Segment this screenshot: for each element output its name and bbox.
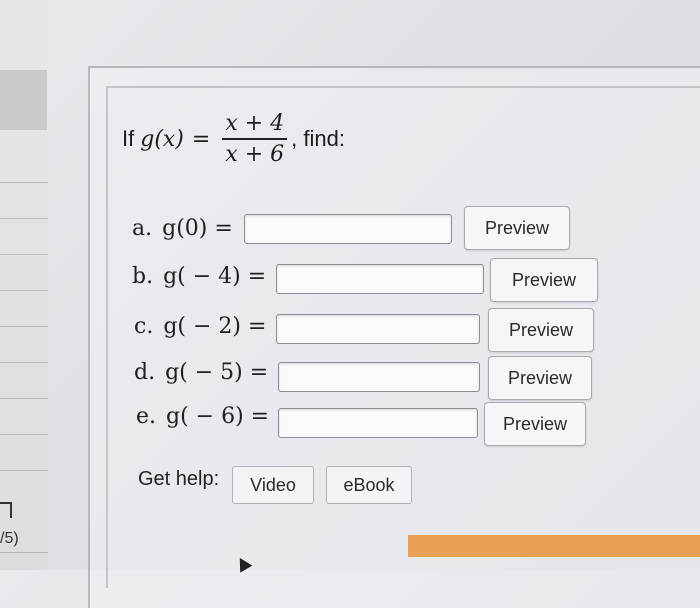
- sidebar-fragment-glyph: [0, 502, 12, 518]
- sidebar-divider: [0, 290, 48, 291]
- fraction-bar: [222, 138, 288, 140]
- part-c-answer-input[interactable]: [276, 314, 480, 344]
- sidebar-divider: [0, 362, 48, 363]
- part-b-expression: g( − 4) =: [163, 263, 267, 289]
- sidebar-selected-block: [0, 70, 47, 130]
- prompt-prefix: If: [122, 126, 135, 151]
- fraction-numerator: x + 4: [225, 111, 285, 136]
- part-a-letter: a.: [132, 215, 153, 241]
- prompt-suffix: , find:: [291, 126, 345, 151]
- part-a-row: a. g(0) =: [132, 210, 233, 246]
- left-sidebar: [0, 0, 48, 570]
- part-d-letter: d.: [134, 359, 156, 385]
- sidebar-divider: [0, 218, 48, 219]
- part-c-preview-button[interactable]: Preview: [488, 308, 594, 352]
- fraction-denominator: x + 6: [225, 142, 285, 167]
- function-lhs: g(x): [140, 126, 184, 152]
- part-c-row: c. g( − 2) =: [134, 308, 266, 344]
- sidebar-divider: [0, 470, 48, 471]
- orange-progress-bar: [408, 535, 700, 557]
- sidebar-divider: [0, 434, 48, 435]
- part-a-preview-button[interactable]: Preview: [464, 206, 570, 250]
- part-e-answer-input[interactable]: [278, 408, 478, 438]
- part-b-preview-button[interactable]: Preview: [490, 258, 598, 302]
- part-d-preview-button[interactable]: Preview: [488, 356, 592, 400]
- part-e-preview-button[interactable]: Preview: [484, 402, 586, 446]
- part-a-expression: g(0) =: [162, 215, 233, 241]
- sidebar-divider: [0, 326, 48, 327]
- ebook-help-button[interactable]: eBook: [326, 466, 412, 504]
- fraction: x + 4 x + 6: [222, 111, 288, 167]
- part-d-answer-input[interactable]: [278, 362, 480, 392]
- sidebar-divider: [0, 398, 48, 399]
- sidebar-divider: [0, 552, 48, 553]
- sidebar-divider: [0, 254, 48, 255]
- equals-sign: =: [191, 126, 211, 152]
- part-d-expression: g( − 5) =: [165, 359, 269, 385]
- part-b-answer-input[interactable]: [276, 264, 484, 294]
- part-c-expression: g( − 2) =: [163, 313, 267, 339]
- part-a-answer-input[interactable]: [244, 214, 452, 244]
- question-prompt: If g(x) = x + 4 x + 6 , find:: [122, 104, 345, 174]
- part-e-row: e. g( − 6) =: [136, 398, 269, 434]
- sidebar-divider: [0, 182, 48, 183]
- part-b-row: b. g( − 4) =: [132, 258, 266, 294]
- get-help-label: Get help:: [138, 468, 220, 490]
- part-b-letter: b.: [132, 263, 154, 289]
- part-c-letter: c.: [134, 313, 154, 339]
- part-e-expression: g( − 6) =: [166, 403, 270, 429]
- part-d-row: d. g( − 5) =: [134, 354, 268, 390]
- part-e-letter: e.: [136, 403, 157, 429]
- sidebar-fragment-text: /5): [0, 530, 19, 547]
- video-help-button[interactable]: Video: [232, 466, 314, 504]
